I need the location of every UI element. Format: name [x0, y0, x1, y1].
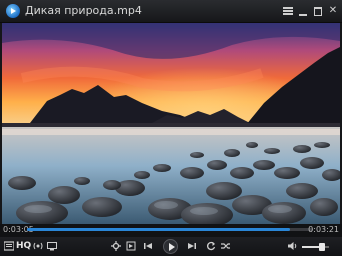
menu-icon[interactable]	[281, 4, 295, 18]
hq-toggle[interactable]: HQ	[16, 239, 31, 254]
next-icon[interactable]	[187, 239, 197, 254]
seek-row: 0:03:05 0:03:21	[0, 224, 342, 237]
volume-handle[interactable]	[319, 243, 326, 251]
minimize-icon[interactable]	[296, 4, 310, 18]
seek-bar[interactable]	[27, 228, 313, 231]
repeat-icon[interactable]	[206, 239, 216, 254]
volume-slider[interactable]	[302, 243, 329, 251]
seek-progress	[27, 228, 291, 231]
broadcast-icon[interactable]	[32, 239, 44, 254]
playlist-icon[interactable]	[3, 239, 15, 254]
window-title: Дикая природа.mp4	[25, 4, 142, 17]
previous-icon[interactable]	[143, 239, 153, 254]
frame-step-icon[interactable]	[126, 239, 136, 254]
video-frame[interactable]	[2, 23, 340, 224]
shuffle-icon[interactable]	[221, 239, 231, 254]
player-logo-icon[interactable]	[6, 4, 20, 18]
settings-icon[interactable]	[111, 239, 121, 254]
video-scene	[2, 23, 340, 224]
title-bar[interactable]: Дикая природа.mp4 ✕	[0, 0, 342, 23]
maximize-icon[interactable]	[311, 4, 325, 18]
close-icon[interactable]: ✕	[327, 4, 339, 18]
duration-time: 0:03:21	[308, 225, 339, 234]
play-icon[interactable]	[163, 239, 178, 254]
control-bar: HQ	[0, 237, 342, 256]
player-window: Дикая природа.mp4 ✕ 0:03:05 0:03:21 HQ	[0, 0, 342, 256]
subtitles-icon[interactable]	[47, 239, 57, 254]
volume-icon[interactable]	[288, 239, 298, 254]
